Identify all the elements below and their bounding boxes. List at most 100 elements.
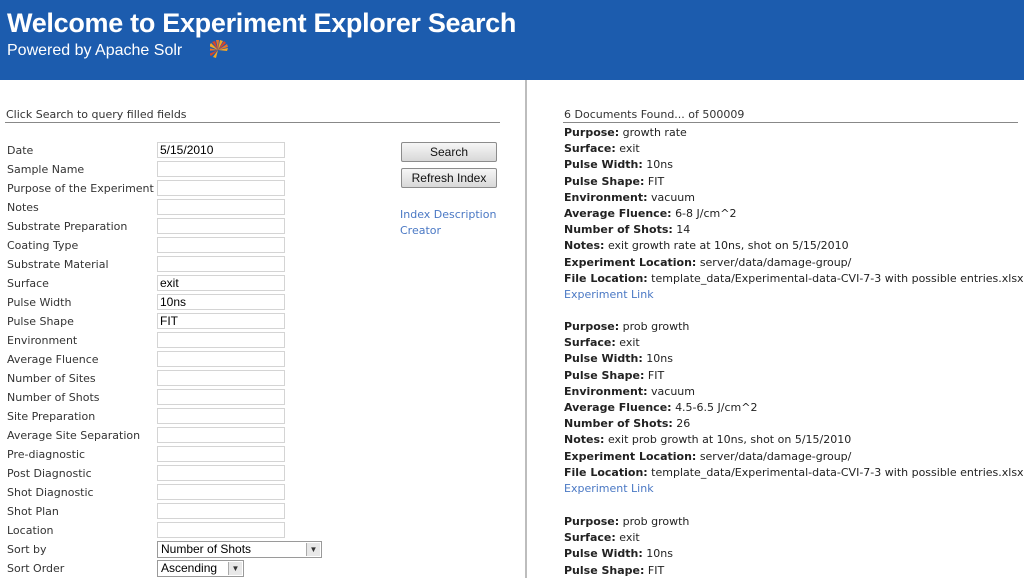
pre-diagnostic-input[interactable] xyxy=(157,446,285,462)
substrate-preparation-input[interactable] xyxy=(157,218,285,234)
chevron-down-icon[interactable]: ▼ xyxy=(228,562,242,575)
result-field-key: Surface: xyxy=(564,142,616,155)
result-field-key: Notes: xyxy=(564,239,605,252)
average-site-separation-input[interactable] xyxy=(157,427,285,443)
result-field: Number of Shots: 26 xyxy=(564,417,690,431)
sort-order-select[interactable]: Ascending ▼ xyxy=(157,560,244,577)
result-field-key: Pulse Shape: xyxy=(564,175,645,188)
result-field: Experiment Location: server/data/damage-… xyxy=(564,256,851,270)
average-site-separation-label: Average Site Separation xyxy=(7,429,141,442)
result-field: Notes: exit prob growth at 10ns, shot on… xyxy=(564,433,851,447)
result-field-value: prob growth xyxy=(622,515,690,528)
result-field-key: Purpose: xyxy=(564,515,620,528)
pulse-width-input[interactable]: 10ns xyxy=(157,294,285,310)
number-of-shots-input[interactable] xyxy=(157,389,285,405)
shot-plan-input[interactable] xyxy=(157,503,285,519)
result-field: Pulse Shape: FIT xyxy=(564,564,664,578)
result-field: Pulse Width: 10ns xyxy=(564,352,673,366)
result-field-key: File Location: xyxy=(564,466,648,479)
result-field: Purpose: growth rate xyxy=(564,126,687,140)
result-field: Purpose: prob growth xyxy=(564,515,689,529)
substrate-material-label: Substrate Material xyxy=(7,258,109,271)
pulse-shape-label: Pulse Shape xyxy=(7,315,74,328)
result-field: Purpose: prob growth xyxy=(564,320,689,334)
notes-input[interactable] xyxy=(157,199,285,215)
site-preparation-input[interactable] xyxy=(157,408,285,424)
number-of-sites-input[interactable] xyxy=(157,370,285,386)
result-field: Environment: vacuum xyxy=(564,191,695,205)
result-field: Notes: exit growth rate at 10ns, shot on… xyxy=(564,239,849,253)
result-field-key: Environment: xyxy=(564,385,648,398)
search-button[interactable]: Search xyxy=(401,142,497,162)
purpose-of-the-experiment-input[interactable] xyxy=(157,180,285,196)
post-diagnostic-input[interactable] xyxy=(157,465,285,481)
environment-label: Environment xyxy=(7,334,78,347)
pre-diagnostic-label: Pre-diagnostic xyxy=(7,448,86,461)
refresh-index-button[interactable]: Refresh Index xyxy=(401,168,497,188)
sort-order-label: Sort Order xyxy=(7,562,65,575)
experiment-link[interactable]: Experiment Link xyxy=(564,288,654,302)
result-field-value: server/data/damage-group/ xyxy=(699,450,852,463)
result-field-value: FIT xyxy=(647,369,665,382)
sort-by-value: Number of Shots xyxy=(161,542,252,556)
index-description-link[interactable]: Index Description xyxy=(400,208,496,222)
site-preparation-label: Site Preparation xyxy=(7,410,96,423)
result-field: Pulse Width: 10ns xyxy=(564,547,673,561)
result-field-value: vacuum xyxy=(651,385,695,398)
sample-name-label: Sample Name xyxy=(7,163,85,176)
result-field-key: Number of Shots: xyxy=(564,417,673,430)
result-field-value: vacuum xyxy=(651,191,695,204)
substrate-material-input[interactable] xyxy=(157,256,285,272)
result-field-value: 6-8 J/cm^2 xyxy=(675,207,737,220)
sort-by-label: Sort by xyxy=(7,543,47,556)
result-field-key: Surface: xyxy=(564,531,616,544)
solr-logo-icon xyxy=(210,40,228,58)
shot-diagnostic-input[interactable] xyxy=(157,484,285,500)
notes-label: Notes xyxy=(7,201,39,214)
results-summary: 6 Documents Found... of 500009 xyxy=(564,108,745,121)
result-field-key: Pulse Width: xyxy=(564,547,643,560)
results-divider xyxy=(563,122,1018,123)
result-field: Pulse Shape: FIT xyxy=(564,175,664,189)
result-field-value: 26 xyxy=(676,417,691,430)
date-label: Date xyxy=(7,144,34,157)
result-field-value: FIT xyxy=(647,175,665,188)
result-field-value: template_data/Experimental-data-CVI-7-3 … xyxy=(651,466,1024,479)
chevron-down-icon[interactable]: ▼ xyxy=(306,543,320,556)
shot-diagnostic-label: Shot Diagnostic xyxy=(7,486,94,499)
page-subtitle: Powered by Apache Solr xyxy=(7,42,183,59)
result-field-value: growth rate xyxy=(622,126,687,139)
post-diagnostic-label: Post Diagnostic xyxy=(7,467,92,480)
sample-name-input[interactable] xyxy=(157,161,285,177)
result-field-key: Experiment Location: xyxy=(564,450,697,463)
average-fluence-input[interactable] xyxy=(157,351,285,367)
result-field: Pulse Shape: FIT xyxy=(564,369,664,383)
location-input[interactable] xyxy=(157,522,285,538)
pulse-shape-input[interactable]: FIT xyxy=(157,313,285,329)
result-field: Number of Shots: 14 xyxy=(564,223,690,237)
result-field-key: Purpose: xyxy=(564,320,620,333)
creator-link[interactable]: Creator xyxy=(400,224,441,238)
surface-input[interactable]: exit xyxy=(157,275,285,291)
hint-divider xyxy=(5,122,500,123)
average-fluence-label: Average Fluence xyxy=(7,353,99,366)
date-input[interactable]: 5/15/2010 xyxy=(157,142,285,158)
result-field: Surface: exit xyxy=(564,142,640,156)
result-field-key: Pulse Width: xyxy=(564,352,643,365)
environment-input[interactable] xyxy=(157,332,285,348)
result-field-value: 14 xyxy=(676,223,691,236)
page-title: Welcome to Experiment Explorer Search xyxy=(7,8,517,38)
experiment-link[interactable]: Experiment Link xyxy=(564,482,654,496)
page-header: Welcome to Experiment Explorer Search Po… xyxy=(0,0,1024,80)
result-field: File Location: template_data/Experimenta… xyxy=(564,466,1024,480)
result-field: Experiment Location: server/data/damage-… xyxy=(564,450,851,464)
result-field-key: Notes: xyxy=(564,433,605,446)
result-field-value: prob growth xyxy=(622,320,690,333)
result-field-key: Purpose: xyxy=(564,126,620,139)
sort-by-select[interactable]: Number of Shots ▼ xyxy=(157,541,322,558)
coating-type-input[interactable] xyxy=(157,237,285,253)
result-field-value: exit prob growth at 10ns, shot on 5/15/2… xyxy=(607,433,852,446)
result-field: Surface: exit xyxy=(564,336,640,350)
result-field-key: Number of Shots: xyxy=(564,223,673,236)
number-of-shots-label: Number of Shots xyxy=(7,391,100,404)
